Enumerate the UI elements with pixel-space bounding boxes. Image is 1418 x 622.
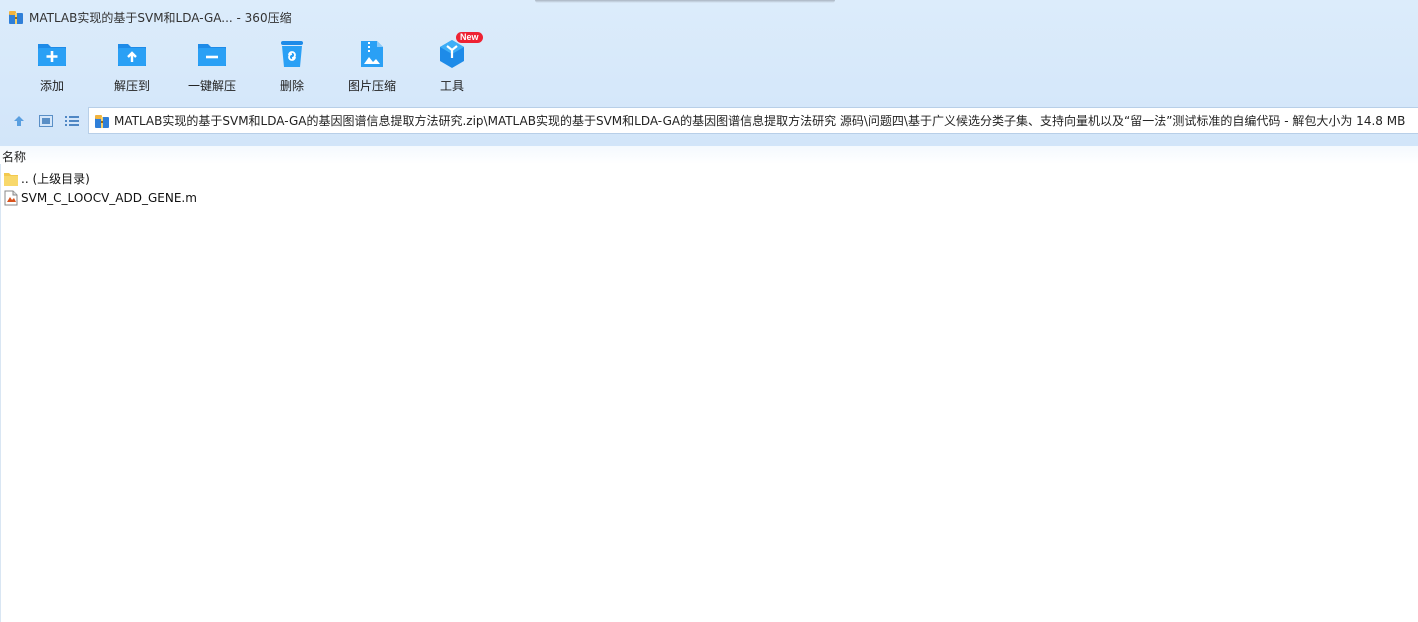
list-item-parent[interactable]: .. (上级目录) <box>0 169 600 188</box>
delete-bin-icon <box>275 38 309 70</box>
extract-to-label: 解压到 <box>113 79 150 93</box>
address-bar[interactable]: MATLAB实现的基于SVM和LDA-GA的基因图谱信息提取方法研究.zip\M… <box>88 107 1418 134</box>
image-compress-icon <box>355 38 389 70</box>
archive-path-icon <box>94 113 110 129</box>
window-title: MATLAB实现的基于SVM和LDA-GA... - 360压缩 <box>29 10 292 25</box>
delete-button[interactable]: 删除 <box>252 38 332 96</box>
new-badge: New <box>456 32 483 43</box>
add-folder-icon <box>35 38 69 70</box>
archive-app-icon <box>8 9 24 25</box>
matlab-file-icon <box>3 190 19 206</box>
folder-icon <box>3 171 19 187</box>
one-click-extract-button[interactable]: 一键解压 <box>172 38 252 96</box>
file-list: .. (上级目录) SVM_C_LOOCV_ADD_GENE.m <box>0 169 600 207</box>
title-bar: MATLAB实现的基于SVM和LDA-GA... - 360压缩 <box>8 7 292 27</box>
image-compress-label: 图片压缩 <box>347 79 396 93</box>
extract-to-icon <box>115 38 149 70</box>
list-item-file[interactable]: SVM_C_LOOCV_ADD_GENE.m <box>0 188 600 207</box>
tools-label: 工具 <box>439 79 464 93</box>
add-button[interactable]: 添加 <box>12 38 92 96</box>
top-panel: MATLAB实现的基于SVM和LDA-GA... - 360压缩 添加 解压到 … <box>0 0 1418 147</box>
extract-to-button[interactable]: 解压到 <box>92 38 172 96</box>
left-border <box>0 146 1 622</box>
list-item-name: SVM_C_LOOCV_ADD_GENE.m <box>21 190 197 205</box>
toolbar: 添加 解压到 一键解压 删除 图片压缩 New 工具 <box>12 32 492 98</box>
column-header-name[interactable]: 名称 <box>2 148 26 165</box>
list-view-icon[interactable] <box>63 112 81 130</box>
image-compress-button[interactable]: 图片压缩 <box>332 38 412 96</box>
address-path: MATLAB实现的基于SVM和LDA-GA的基因图谱信息提取方法研究.zip\M… <box>114 114 1406 128</box>
one-click-extract-icon <box>195 38 229 70</box>
navigation-row: MATLAB实现的基于SVM和LDA-GA的基因图谱信息提取方法研究.zip\M… <box>0 106 1418 136</box>
thumbnail-view-icon[interactable] <box>37 112 55 130</box>
list-header: 名称 <box>0 146 1418 164</box>
tools-button[interactable]: New 工具 <box>412 32 492 96</box>
one-click-extract-label: 一键解压 <box>187 79 236 93</box>
add-label: 添加 <box>39 79 64 93</box>
drag-shadow <box>535 0 835 3</box>
up-arrow-icon[interactable] <box>10 112 28 130</box>
delete-label: 删除 <box>279 79 304 93</box>
list-item-name: .. (上级目录) <box>21 172 90 186</box>
